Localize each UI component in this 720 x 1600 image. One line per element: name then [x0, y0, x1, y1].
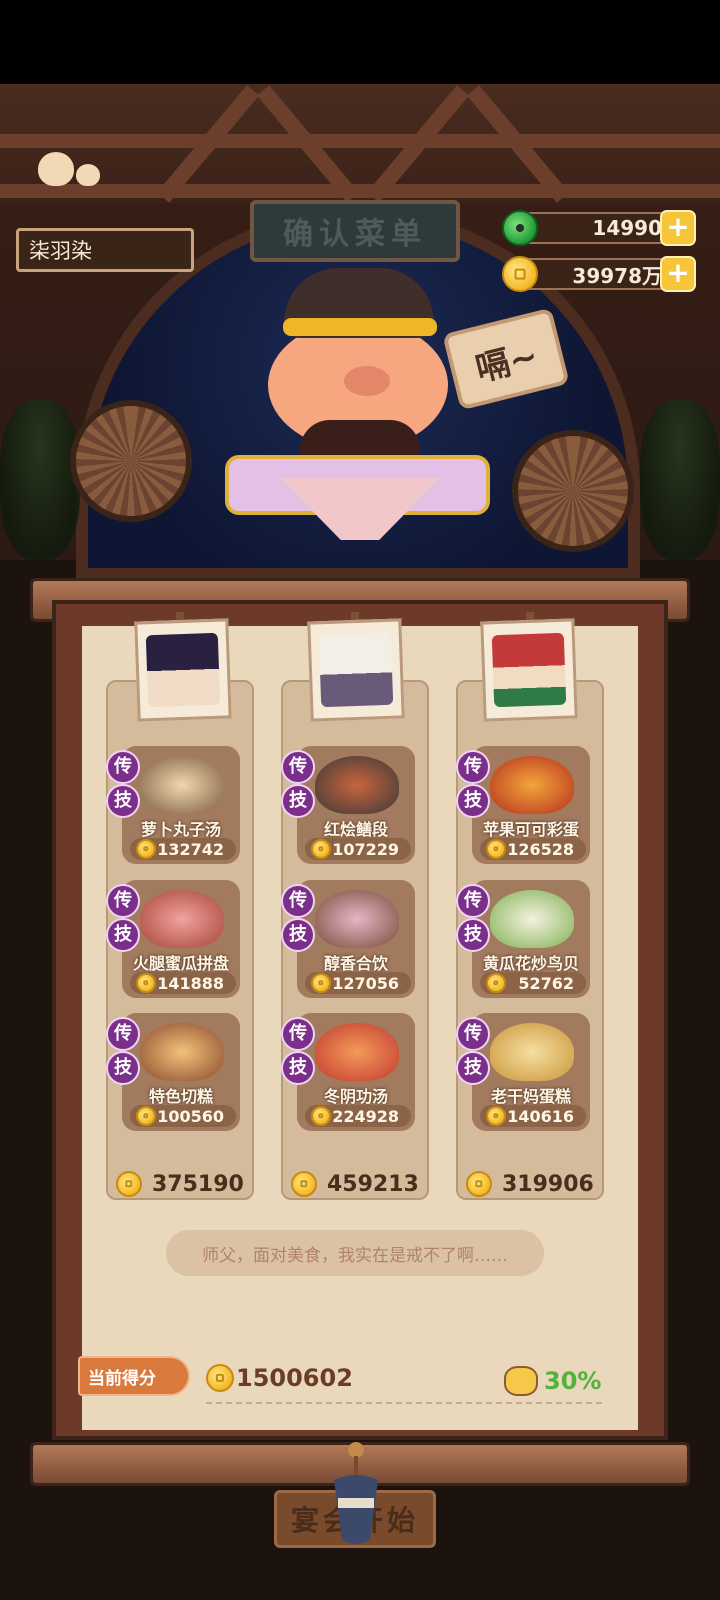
jade-amount: 14990 — [516, 212, 676, 244]
dish-image — [315, 890, 399, 948]
dish-score: 100560 — [130, 1105, 236, 1127]
dish-score: 107229 — [305, 838, 411, 860]
dish-image — [490, 890, 574, 948]
dish-score: 140616 — [480, 1105, 586, 1127]
coin-icon — [311, 1106, 331, 1126]
coin-icon — [311, 973, 331, 993]
dish-score: 127056 — [305, 972, 411, 994]
tassel-knot-decoration — [334, 1442, 378, 1544]
game-screen: 确认菜单 柒羽染 14990 + 39978万 + 嗝~ 萝卜丸子汤 13274… — [0, 0, 720, 1600]
dish-name: 黄瓜花炒鸟贝 — [482, 954, 579, 973]
roof-beams — [0, 84, 720, 204]
column-total: 459213 — [281, 1166, 429, 1202]
dish-name: 冬阴功汤 — [323, 1087, 388, 1106]
coin-icon — [291, 1171, 317, 1197]
skill-badge: 技 — [456, 918, 490, 952]
current-score-label: 当前得分 — [78, 1356, 190, 1396]
coin-resource: 39978万 + — [502, 254, 696, 294]
skill-badge: 技 — [456, 784, 490, 818]
chef-quote: 师父，面对美食，我实在是戒不了啊…… — [166, 1230, 544, 1276]
dish-image — [315, 1023, 399, 1081]
dish-name: 红烩鳝段 — [323, 820, 388, 839]
legend-badge: 传 — [456, 884, 490, 918]
coin-icon — [466, 1171, 492, 1197]
jade-resource: 14990 + — [502, 208, 696, 248]
divider — [206, 1402, 602, 1404]
column-total: 319906 — [456, 1166, 604, 1202]
skill-badge: 技 — [106, 784, 140, 818]
golden-headband — [283, 318, 437, 336]
plant-right — [640, 400, 720, 560]
skill-badge: 技 — [456, 1051, 490, 1085]
guest-portrait-3[interactable] — [480, 618, 578, 722]
dish-name: 火腿蜜瓜拼盘 — [132, 954, 229, 973]
fan-left — [70, 400, 192, 522]
dish-name: 老干妈蛋糕 — [490, 1087, 571, 1106]
dish-name: 萝卜丸子汤 — [140, 820, 221, 839]
skill-badge: 技 — [281, 918, 315, 952]
chick-decoration — [38, 146, 108, 186]
legend-badge: 传 — [281, 1017, 315, 1051]
skill-badge: 技 — [281, 784, 315, 818]
bonus-percent: 30% — [504, 1364, 601, 1398]
dish-image — [140, 756, 224, 814]
plant-left — [0, 400, 80, 560]
legend-badge: 传 — [281, 884, 315, 918]
legend-badge: 传 — [456, 1017, 490, 1051]
pig-bonus-icon — [504, 1366, 538, 1396]
legend-badge: 传 — [106, 884, 140, 918]
coin-icon — [136, 839, 156, 859]
menu-title-sign: 确认菜单 — [250, 200, 460, 262]
dish-name: 特色切糕 — [148, 1087, 213, 1106]
coin-icon — [502, 256, 538, 292]
legend-badge: 传 — [281, 750, 315, 784]
coin-icon — [116, 1171, 142, 1197]
dish-score: 132742 — [130, 838, 236, 860]
coin-icon — [136, 973, 156, 993]
pig-nose — [344, 366, 390, 396]
coin-icon — [486, 839, 506, 859]
dish-image — [140, 890, 224, 948]
dish-image — [490, 756, 574, 814]
add-jade-button[interactable]: + — [660, 210, 696, 246]
coin-icon — [311, 839, 331, 859]
guest-portrait-2[interactable] — [307, 618, 405, 722]
dish-image — [140, 1023, 224, 1081]
coin-icon — [486, 1106, 506, 1126]
add-coin-button[interactable]: + — [660, 256, 696, 292]
skill-badge: 技 — [106, 1051, 140, 1085]
legend-badge: 传 — [106, 750, 140, 784]
skill-badge: 技 — [106, 918, 140, 952]
dish-image — [490, 1023, 574, 1081]
coin-icon — [136, 1106, 156, 1126]
dish-score: 52762 — [480, 972, 586, 994]
dish-score: 141888 — [130, 972, 236, 994]
fan-right — [512, 430, 634, 552]
legend-badge: 传 — [456, 750, 490, 784]
dish-score: 224928 — [305, 1105, 411, 1127]
coin-icon — [486, 973, 506, 993]
coin-amount: 39978万 — [516, 258, 676, 290]
column-total: 375190 — [106, 1166, 254, 1202]
skill-badge: 技 — [281, 1051, 315, 1085]
dish-image — [315, 756, 399, 814]
dish-name: 醇香合饮 — [323, 954, 388, 973]
dish-score: 126528 — [480, 838, 586, 860]
dish-name: 苹果可可彩蛋 — [482, 820, 579, 839]
current-score: 1500602 — [206, 1362, 353, 1394]
player-name: 柒羽染 — [16, 228, 194, 272]
coin-icon — [206, 1364, 234, 1392]
legend-badge: 传 — [106, 1017, 140, 1051]
guest-portrait-1[interactable] — [134, 618, 232, 722]
jade-icon — [502, 210, 538, 246]
